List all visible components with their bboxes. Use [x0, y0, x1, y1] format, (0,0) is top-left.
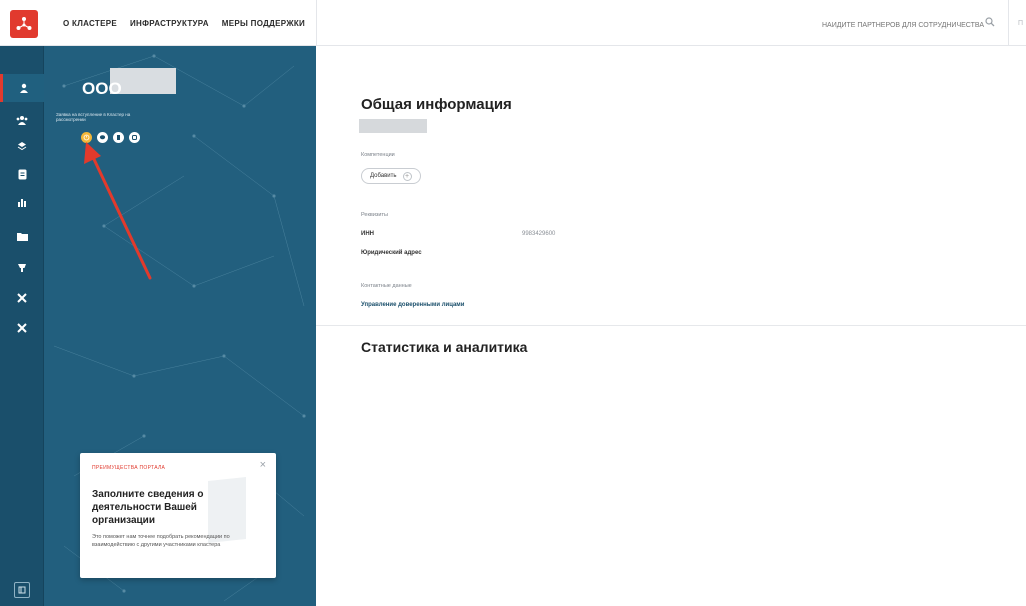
nav-divider [316, 0, 317, 46]
general-info-title: Общая информация [361, 96, 512, 113]
layers-icon [17, 142, 27, 151]
competences-label: Компетенции [361, 152, 395, 158]
settings-status-icon[interactable] [129, 132, 140, 143]
collapse-sidebar-button[interactable] [14, 582, 30, 598]
rail-item-documents[interactable] [0, 160, 44, 188]
partner-search-input[interactable] [760, 18, 1000, 32]
close-icon[interactable]: × [260, 459, 266, 471]
collapse-icon [18, 586, 26, 594]
membership-status-text: Заявка на вступление в Кластер на рассмо… [56, 112, 131, 123]
organization-panel: ООО Заявка на вступление в Кластер на ра… [44, 46, 316, 606]
cluster-logo-icon [16, 17, 32, 30]
add-button-label: Добавить [370, 173, 397, 179]
inn-value: 9983429600 [522, 231, 556, 237]
rail-item-cart[interactable] [0, 254, 44, 282]
contacts-label: Контактные данные [361, 283, 412, 289]
card-text: Это поможет нам точнее подобрать рекомен… [92, 534, 230, 548]
rail-item-folder[interactable] [0, 222, 44, 250]
pending-status-icon[interactable] [81, 132, 92, 143]
document-icon [18, 169, 26, 179]
chart-icon [18, 199, 26, 207]
cart-icon [18, 264, 26, 272]
rail-item-profile[interactable] [0, 74, 44, 102]
top-bar: О КЛАСТЕРЕ ИНФРАСТРУКТУРА МЕРЫ ПОДДЕРЖКИ… [0, 0, 1026, 46]
status-icons [81, 132, 140, 143]
icon-sidebar [0, 46, 44, 606]
nav-support-measures[interactable]: МЕРЫ ПОДДЕРЖКИ [222, 19, 305, 28]
section-divider [316, 325, 1026, 326]
card-title: Заполните сведения о деятельности Вашей … [92, 489, 204, 526]
card-tag: ПРЕИМУЩЕСТВА ПОРТАЛА [92, 465, 166, 471]
rail-item-analytics[interactable] [0, 188, 44, 216]
org-subtitle-redacted [359, 119, 427, 133]
topbar-right-label[interactable]: П [1018, 20, 1023, 27]
plus-icon: + [402, 171, 412, 181]
tools-icon-2 [17, 323, 27, 333]
stats-title: Статистика и аналитика [361, 339, 528, 355]
main-nav: О КЛАСТЕРЕ ИНФРАСТРУКТУРА МЕРЫ ПОДДЕРЖКИ [63, 0, 305, 46]
chat-status-icon[interactable] [97, 132, 108, 143]
org-name: ООО [82, 79, 122, 98]
folder-icon [16, 232, 28, 241]
tools-icon [17, 293, 27, 303]
inn-key: ИНН [361, 231, 374, 237]
rail-item-team[interactable] [0, 106, 44, 134]
portal-benefits-card: ПРЕИМУЩЕСТВА ПОРТАЛА × Заполните сведени… [80, 453, 276, 578]
topbar-right-divider [1008, 0, 1009, 46]
search-icon[interactable] [985, 17, 995, 27]
rail-item-tools-2[interactable] [0, 314, 44, 342]
legal-address-key: Юридический адрес [361, 250, 422, 256]
rail-item-layers[interactable] [0, 132, 44, 160]
main-content: Общая информация Компетенции Добавить + … [316, 46, 1026, 606]
user-icon [19, 83, 28, 93]
nav-infrastructure[interactable]: ИНФРАСТРУКТУРА [130, 19, 209, 28]
rail-item-tools[interactable] [0, 284, 44, 312]
document-status-icon[interactable] [113, 132, 124, 143]
add-competence-button[interactable]: Добавить + [361, 168, 421, 184]
team-icon [16, 116, 28, 125]
logo[interactable] [10, 10, 38, 38]
manage-trusted-persons-link[interactable]: Управление доверенными лицами [361, 302, 464, 308]
requisites-label: Реквизиты [361, 212, 388, 218]
nav-about-cluster[interactable]: О КЛАСТЕРЕ [63, 19, 117, 28]
